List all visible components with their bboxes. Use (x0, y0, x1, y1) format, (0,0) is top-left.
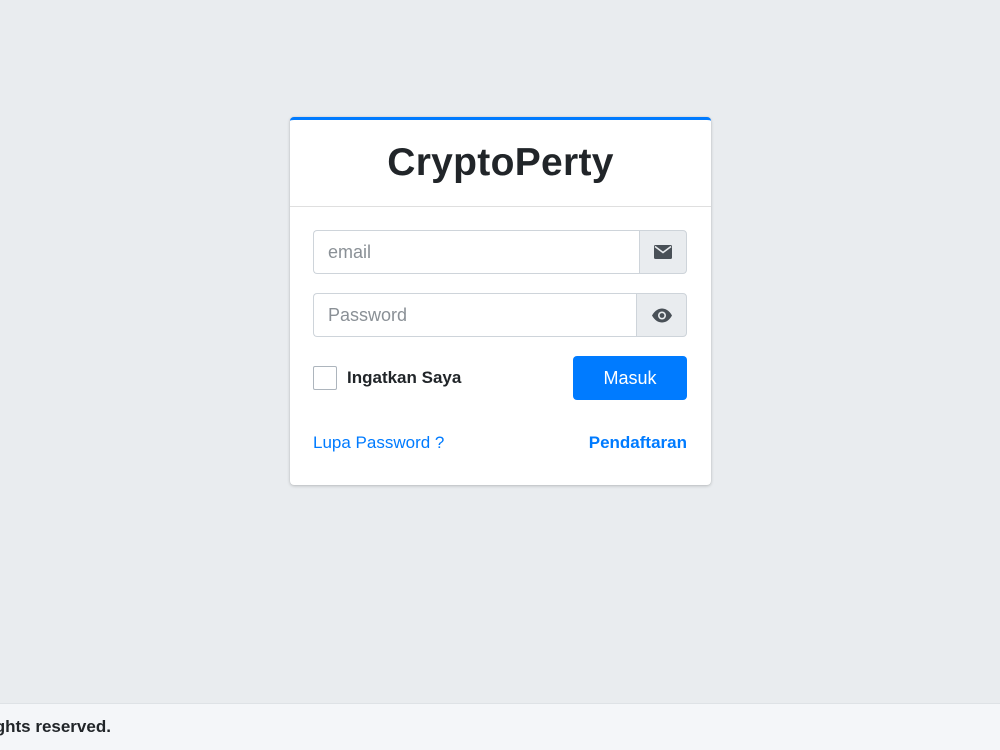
register-link[interactable]: Pendaftaran (589, 433, 687, 453)
email-input-group (313, 230, 687, 274)
brand-title[interactable]: CryptoPerty (387, 141, 614, 185)
email-field[interactable] (313, 230, 639, 274)
login-card: CryptoPerty email Ingatkan Saya Masuk Lu… (290, 117, 711, 485)
forgot-password-link[interactable]: Lupa Password ? (313, 433, 444, 453)
toggle-password-button[interactable] (636, 293, 687, 337)
card-header: CryptoPerty (290, 120, 711, 207)
login-page: CryptoPerty email Ingatkan Saya Masuk Lu… (0, 0, 1000, 750)
remember-label[interactable]: Ingatkan Saya (347, 368, 461, 388)
envelope-icon (654, 245, 672, 259)
remember-me[interactable]: Ingatkan Saya (313, 366, 461, 390)
links-row: Lupa Password ? Pendaftaran (313, 433, 687, 453)
remember-checkbox[interactable] (313, 366, 337, 390)
password-field[interactable] (313, 293, 636, 337)
email-addon (639, 230, 687, 274)
remember-row: Ingatkan Saya Masuk (313, 356, 687, 400)
eye-icon[interactable] (651, 308, 673, 323)
login-button[interactable]: Masuk (573, 356, 687, 400)
footer: ights reserved. (0, 703, 1000, 750)
footer-copyright: ights reserved. (0, 717, 111, 736)
password-input-group (313, 293, 687, 337)
login-form: Ingatkan Saya Masuk Lupa Password ? Pend… (290, 207, 711, 453)
